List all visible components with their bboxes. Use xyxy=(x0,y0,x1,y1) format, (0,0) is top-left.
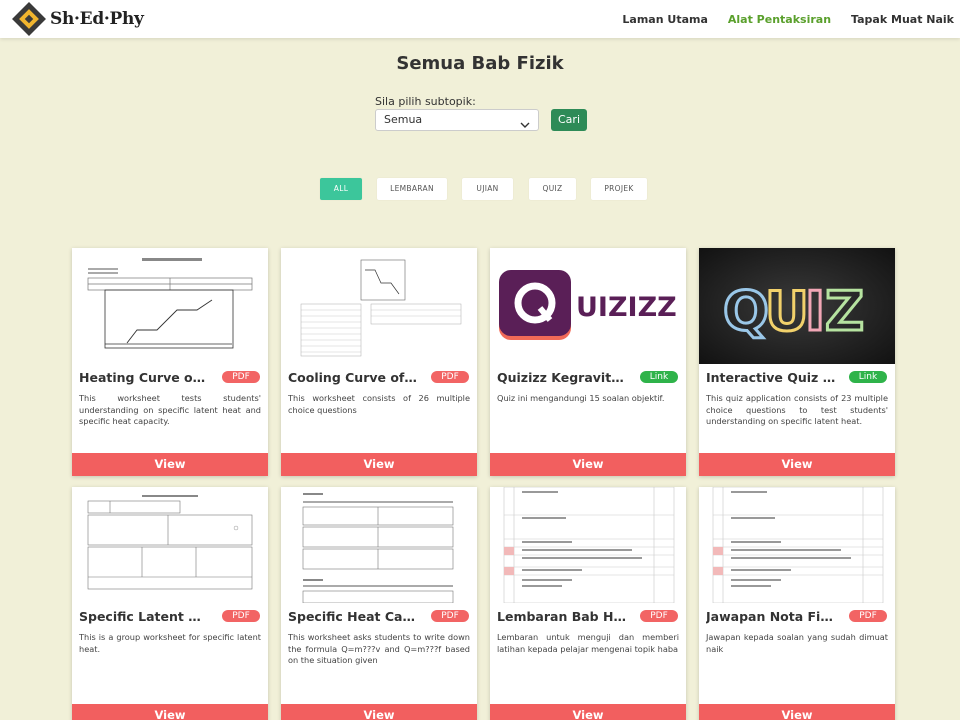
card-title: Jawapan Nota Fizik xyxy=(706,609,836,624)
resource-card[interactable]: Specific Heat Capacity Exercise PDF This… xyxy=(281,487,477,720)
search-button[interactable]: Cari xyxy=(551,109,587,131)
filter-lembaran[interactable]: LEMBARAN xyxy=(377,178,447,200)
subtopic-select[interactable]: Semua xyxy=(375,109,539,131)
card-thumbnail xyxy=(281,487,477,603)
pdf-badge: PDF xyxy=(431,371,469,383)
resource-card[interactable]: UIZIZZ Quizizz Kegravitian Link Quiz ini… xyxy=(490,248,686,476)
pdf-badge: PDF xyxy=(222,371,260,383)
quizizz-logo-text: UIZIZZ xyxy=(576,292,677,323)
filter-ujian[interactable]: UJIAN xyxy=(462,178,513,200)
filter-bar: ALL LEMBARAN UJIAN QUIZ PROJEK xyxy=(0,178,960,200)
resource-card[interactable]: Cooling Curve of Naphthalene PDF This wo… xyxy=(281,248,477,476)
svg-text:Z: Z xyxy=(825,280,864,343)
card-thumbnail xyxy=(72,487,268,603)
view-button[interactable]: View xyxy=(699,453,895,476)
card-title: Lembaran Bab Haba xyxy=(497,609,627,624)
card-thumbnail: UIZIZZ xyxy=(490,248,686,364)
pdf-badge: PDF xyxy=(431,610,469,622)
card-description: Lembaran untuk menguji dan memberi latih… xyxy=(497,632,679,654)
main-nav: Laman Utama Alat Pentaksiran Tapak Muat … xyxy=(622,0,960,38)
filter-all[interactable]: ALL xyxy=(320,178,362,200)
resource-card[interactable]: Q U I Z Interactive Quiz Specific Latent… xyxy=(699,248,895,476)
card-description: Quiz ini mengandungi 15 soalan objektif. xyxy=(497,393,665,403)
card-thumbnail xyxy=(72,248,268,364)
subtopic-selected-value: Semua xyxy=(384,113,423,126)
view-button[interactable]: View xyxy=(72,453,268,476)
view-button[interactable]: View xyxy=(281,453,477,476)
view-button[interactable]: View xyxy=(490,453,686,476)
card-title: Quizizz Kegravitian xyxy=(497,370,627,385)
link-badge: Link xyxy=(849,371,887,383)
resource-card[interactable]: Jawapan Nota Fizik PDF Jawapan kepada so… xyxy=(699,487,895,720)
pdf-badge: PDF xyxy=(640,610,678,622)
logo-text: Sh·Ed·Phy xyxy=(50,9,144,29)
card-title: Cooling Curve of Naphthalene xyxy=(288,370,418,385)
svg-text:Q: Q xyxy=(723,280,769,343)
card-thumbnail xyxy=(281,248,477,364)
view-button[interactable]: View xyxy=(72,704,268,720)
top-navbar: Sh·Ed·Phy Laman Utama Alat Pentaksiran T… xyxy=(0,0,960,38)
card-description: This quiz application consists of 23 mul… xyxy=(706,393,888,426)
subtopic-label: Sila pilih subtopik: xyxy=(375,95,476,108)
site-logo[interactable]: Sh·Ed·Phy xyxy=(12,2,144,36)
logo-icon xyxy=(12,2,46,36)
card-description: Jawapan kepada soalan yang sudah dimuat … xyxy=(706,632,888,654)
svg-text:U: U xyxy=(765,280,809,343)
card-thumbnail xyxy=(490,487,686,603)
card-title: Interactive Quiz Specific Latent Heat xyxy=(706,370,836,385)
svg-text:I: I xyxy=(805,280,825,343)
link-badge: Link xyxy=(640,371,678,383)
resource-card[interactable]: Specific Latent Heat Worksheet PDF This … xyxy=(72,487,268,720)
card-title: Specific Heat Capacity Exercise xyxy=(288,609,418,624)
nav-tapak-muat-naik[interactable]: Tapak Muat Naik xyxy=(851,13,954,26)
card-title: Specific Latent Heat Worksheet xyxy=(79,609,209,624)
nav-laman-utama[interactable]: Laman Utama xyxy=(622,13,707,26)
resource-card[interactable]: Heating Curve of Water PDF This workshee… xyxy=(72,248,268,476)
card-title: Heating Curve of Water xyxy=(79,370,209,385)
card-thumbnail xyxy=(699,487,895,603)
view-button[interactable]: View xyxy=(490,704,686,720)
view-button[interactable]: View xyxy=(699,704,895,720)
card-description: This is a group worksheet for specific l… xyxy=(79,632,261,654)
filter-quiz[interactable]: QUIZ xyxy=(529,178,576,200)
card-thumbnail: Q U I Z xyxy=(699,248,895,364)
nav-alat-pentaksiran[interactable]: Alat Pentaksiran xyxy=(728,13,831,26)
chevron-down-icon xyxy=(520,116,530,136)
card-description: This worksheet tests students' understan… xyxy=(79,393,261,426)
page-title: Semua Bab Fizik xyxy=(396,53,564,74)
resource-card[interactable]: Lembaran Bab Haba PDF Lembaran untuk men… xyxy=(490,487,686,720)
view-button[interactable]: View xyxy=(281,704,477,720)
filter-projek[interactable]: PROJEK xyxy=(591,178,647,200)
pdf-badge: PDF xyxy=(222,610,260,622)
pdf-badge: PDF xyxy=(849,610,887,622)
card-description: This worksheet asks students to write do… xyxy=(288,632,470,665)
card-description: This worksheet consists of 26 multiple c… xyxy=(288,393,470,415)
